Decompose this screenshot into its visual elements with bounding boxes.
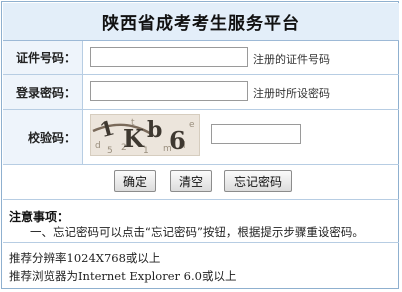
captcha-char-3: b	[147, 117, 162, 143]
captcha-row: 校验码： d52 1ml et 1 K b 6	[3, 110, 399, 165]
captcha-graphic: d52 1ml et 1 K b 6	[91, 115, 199, 155]
forgot-password-button[interactable]: 忘记密码	[224, 170, 292, 192]
notice-line-1: 一、忘记密码可以点击“忘记密码”按钮，根据提示步骤重设密码。	[30, 225, 364, 239]
notice-title: 注意事项：	[9, 210, 70, 224]
clear-button[interactable]: 清空	[170, 170, 212, 192]
id-label: 证件号码：	[3, 41, 83, 74]
password-input[interactable]	[90, 81, 248, 101]
svg-text:e: e	[189, 120, 195, 130]
footer-resolution: 推荐分辨率1024X768或以上	[9, 251, 161, 265]
svg-text:d: d	[95, 141, 101, 151]
password-hint: 注册时所设密码	[253, 87, 330, 100]
id-cell: 注册的证件号码	[84, 41, 399, 74]
id-number-input[interactable]	[90, 47, 248, 67]
page-title: 陕西省成考考生服务平台	[102, 14, 300, 34]
svg-text:1: 1	[143, 146, 149, 155]
panel-header: 陕西省成考考生服务平台	[3, 3, 399, 41]
svg-text:5: 5	[107, 146, 113, 155]
buttons-row: 确定 清空 忘记密码	[3, 165, 399, 200]
id-row: 证件号码： 注册的证件号码	[3, 41, 399, 75]
captcha-cell: d52 1ml et 1 K b 6	[84, 110, 399, 164]
captcha-label: 校验码：	[3, 110, 83, 164]
password-cell: 注册时所设密码	[84, 75, 399, 109]
login-panel: 陕西省成考考生服务平台 证件号码： 注册的证件号码 登录密码： 注册时所设密码 …	[1, 1, 399, 289]
captcha-image[interactable]: d52 1ml et 1 K b 6	[90, 114, 200, 156]
id-hint: 注册的证件号码	[253, 53, 330, 66]
confirm-button[interactable]: 确定	[114, 170, 156, 192]
password-label: 登录密码：	[3, 75, 83, 109]
footer-divider	[3, 242, 399, 243]
captcha-input[interactable]	[211, 124, 301, 144]
footer-browser: 推荐浏览器为Internet Explorer 6.0或以上	[9, 269, 237, 283]
captcha-char-4: 6	[169, 126, 186, 155]
captcha-char-2: K	[123, 124, 145, 153]
password-row: 登录密码： 注册时所设密码	[3, 75, 399, 110]
